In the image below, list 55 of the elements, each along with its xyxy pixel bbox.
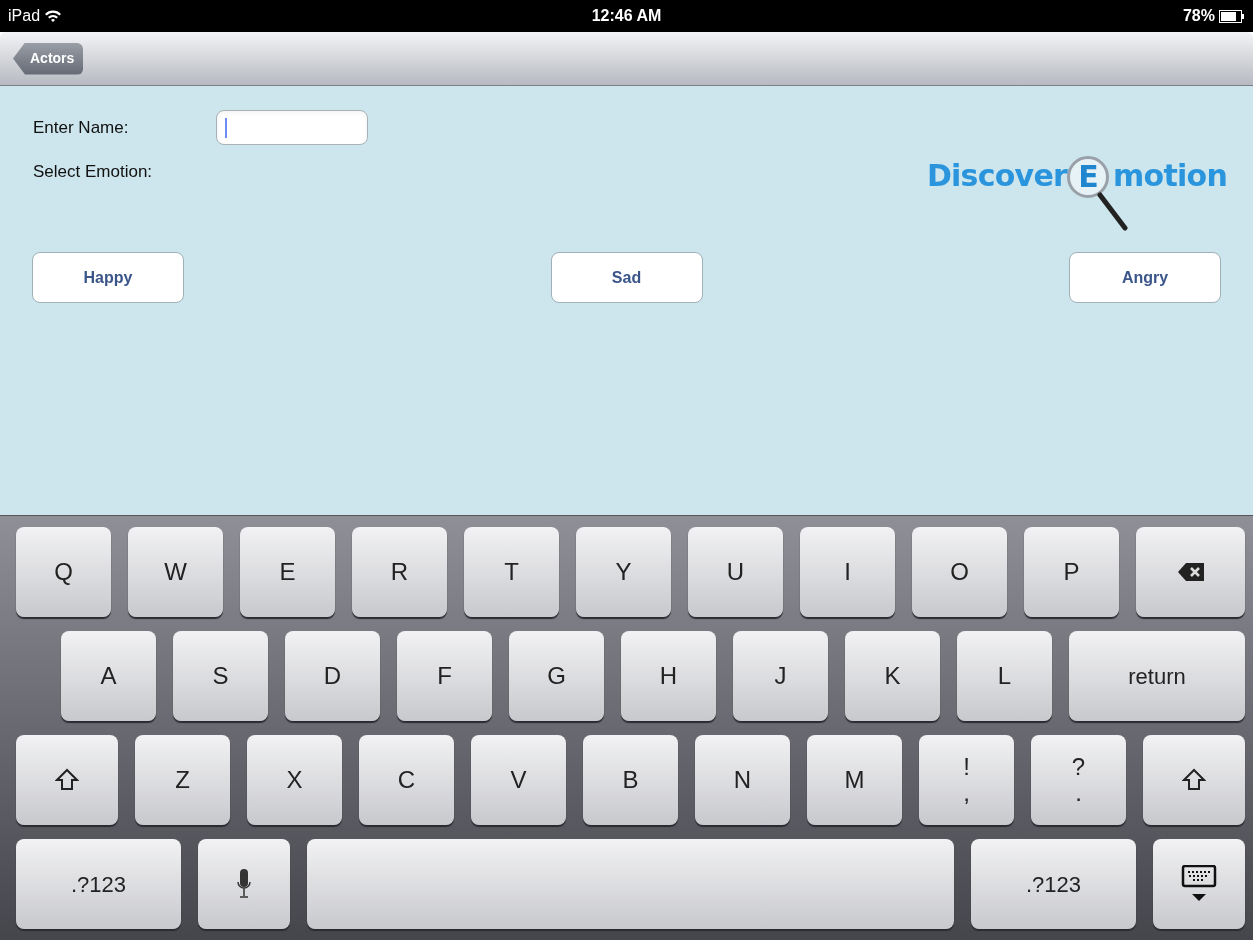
backspace-icon [1177, 563, 1204, 581]
wifi-icon [44, 9, 63, 23]
letter-key[interactable]: B [583, 735, 678, 825]
letter-key[interactable]: Q [16, 527, 111, 617]
letter-key[interactable]: U [688, 527, 783, 617]
name-label: Enter Name: [33, 117, 130, 139]
letter-key[interactable]: R [352, 527, 447, 617]
letter-key[interactable]: L [957, 631, 1052, 721]
backspace-key[interactable] [1136, 527, 1245, 617]
letter-key[interactable]: X [247, 735, 342, 825]
letter-key[interactable]: J [733, 631, 828, 721]
back-button[interactable]: Actors [13, 42, 84, 75]
emotion-button[interactable]: Sad [550, 252, 703, 303]
letter-key[interactable]: O [912, 527, 1007, 617]
emotion-label: Select Emotion: [33, 161, 154, 183]
device-name: iPad [8, 6, 41, 26]
keyboard-dismiss-icon [1179, 865, 1219, 903]
letter-key[interactable]: S [173, 631, 268, 721]
shift-key[interactable] [16, 735, 118, 825]
letter-key[interactable]: F [397, 631, 492, 721]
return-key[interactable]: return [1069, 631, 1245, 721]
name-input-field[interactable] [216, 110, 368, 145]
clock-time: 12:46 AM [591, 6, 662, 26]
numbers-key[interactable]: .?123 [971, 839, 1136, 929]
punctuation-key[interactable]: ! , [919, 735, 1014, 825]
letter-key[interactable]: Y [576, 527, 671, 617]
letter-key[interactable]: E [240, 527, 335, 617]
shift-icon [55, 768, 79, 792]
microphone-icon [237, 869, 251, 899]
numbers-key[interactable]: .?123 [16, 839, 181, 929]
letter-key[interactable]: G [509, 631, 604, 721]
battery-percent: 78% [1182, 6, 1215, 26]
hide-keyboard-key[interactable] [1153, 839, 1245, 929]
letter-key[interactable]: I [800, 527, 895, 617]
emotion-button[interactable]: Happy [32, 252, 184, 303]
microphone-key[interactable] [198, 839, 290, 929]
letter-key[interactable]: W [128, 527, 223, 617]
letter-key[interactable]: N [695, 735, 790, 825]
letter-key[interactable]: H [621, 631, 716, 721]
battery-icon [1219, 9, 1245, 23]
letter-key[interactable]: M [807, 735, 902, 825]
shift-icon [1182, 768, 1206, 792]
punctuation-key[interactable]: ? . [1031, 735, 1126, 825]
logo-text: Discover [926, 156, 1068, 195]
letter-key[interactable]: C [359, 735, 454, 825]
letter-key[interactable]: K [845, 631, 940, 721]
letter-key[interactable]: Z [135, 735, 230, 825]
shift-key[interactable] [1143, 735, 1245, 825]
emotion-button[interactable]: Angry [1069, 252, 1221, 303]
letter-key[interactable]: A [61, 631, 156, 721]
letter-key[interactable]: P [1024, 527, 1119, 617]
logo-text: motion [1113, 156, 1227, 195]
letter-key[interactable]: T [464, 527, 559, 617]
letter-key[interactable]: V [471, 735, 566, 825]
letter-key[interactable]: D [285, 631, 380, 721]
